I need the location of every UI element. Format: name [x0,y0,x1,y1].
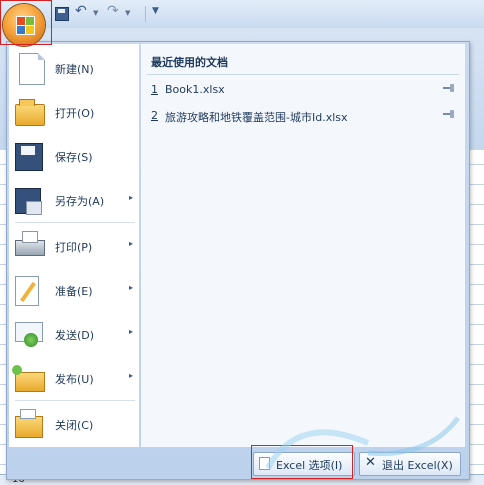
menu-item-label: 打印(P) [55,241,93,254]
recent-document-item[interactable]: 2 旅游攻略和地铁覆盖范围-城市Id.xlsx [147,106,459,126]
recent-document-item[interactable]: 1 Book1.xlsx [147,80,459,100]
menu-item-label: 保存(S) [55,151,93,164]
save-disk-icon [15,143,43,171]
quick-access-toolbar: ↶ ▼ ↷ ▼ ▼ [0,0,484,28]
recent-document-number: 1 [151,83,158,96]
recent-divider [147,74,459,75]
new-document-icon [19,53,45,85]
menu-item-label: 新建(N) [55,63,94,76]
send-icon [15,322,43,347]
menu-divider [15,400,135,401]
submenu-arrow-icon: ▸ [128,239,133,248]
menu-item-label: 准备(E) [55,285,93,298]
undo-dropdown-icon[interactable]: ▼ [93,9,98,17]
undo-icon[interactable]: ↶ [75,3,91,19]
menu-item-save[interactable]: 保存(S) [9,134,139,178]
menu-item-label: 关闭(C) [55,419,94,432]
menu-item-label: 另存为(A) [55,195,105,208]
recent-documents-title: 最近使用的文档 [151,56,228,69]
printer-icon [15,231,45,256]
recent-documents-panel: 最近使用的文档 1 Book1.xlsx 2 旅游攻略和地铁覆盖范围-城市Id.… [141,44,465,447]
save-icon[interactable] [55,7,69,21]
menu-item-print[interactable]: 打印(P) ▸ [9,224,139,268]
menu-item-label: 打开(O) [55,107,95,120]
redo-dropdown-icon[interactable]: ▼ [125,9,130,17]
exit-excel-button[interactable]: ✕ 退出 Excel(X) [359,452,461,476]
office-logo-icon [16,16,35,35]
office-menu: 新建(N) 打开(O) 保存(S) 另存为(A) ▸ 打印(P) ▸ 准备(E)… [6,41,470,480]
pin-icon[interactable] [443,108,455,120]
menu-item-prepare[interactable]: 准备(E) ▸ [9,268,139,312]
menu-item-publish[interactable]: 发布(U) ▸ [9,356,139,400]
exit-excel-label: 退出 Excel(X) [382,459,453,472]
menu-item-save-as[interactable]: 另存为(A) ▸ [9,178,139,222]
recent-document-number: 2 [151,109,158,122]
submenu-arrow-icon: ▸ [128,371,133,380]
close-icon: ✕ [365,455,376,470]
recent-document-name: Book1.xlsx [165,83,225,96]
pin-icon[interactable] [443,82,455,94]
menu-item-label: 发送(D) [55,329,95,342]
open-folder-icon [15,99,45,126]
submenu-arrow-icon: ▸ [128,193,133,202]
excel-options-button[interactable]: Excel 选项(I) [253,452,355,476]
toolbar-divider [145,6,146,22]
recent-document-name: 旅游攻略和地铁覆盖范围-城市Id.xlsx [165,111,348,124]
menu-item-send[interactable]: 发送(D) ▸ [9,312,139,356]
save-as-icon [15,188,42,215]
prepare-icon [15,276,39,306]
submenu-arrow-icon: ▸ [128,283,133,292]
redo-icon[interactable]: ↷ [107,3,123,19]
close-folder-icon [15,409,43,438]
menu-divider [15,222,135,223]
excel-options-label: Excel 选项(I) [276,459,343,472]
submenu-arrow-icon: ▸ [128,327,133,336]
menu-item-label: 发布(U) [55,373,94,386]
office-menu-commands: 新建(N) 打开(O) 保存(S) 另存为(A) ▸ 打印(P) ▸ 准备(E)… [9,44,140,447]
options-icon [259,457,270,470]
publish-icon [12,365,45,392]
menu-item-close[interactable]: 关闭(C) [9,402,139,446]
menu-item-new[interactable]: 新建(N) [9,46,139,90]
menu-item-open[interactable]: 打开(O) [9,90,139,134]
office-button[interactable] [3,4,45,46]
chevron-down-icon[interactable]: ▼ [152,6,159,16]
